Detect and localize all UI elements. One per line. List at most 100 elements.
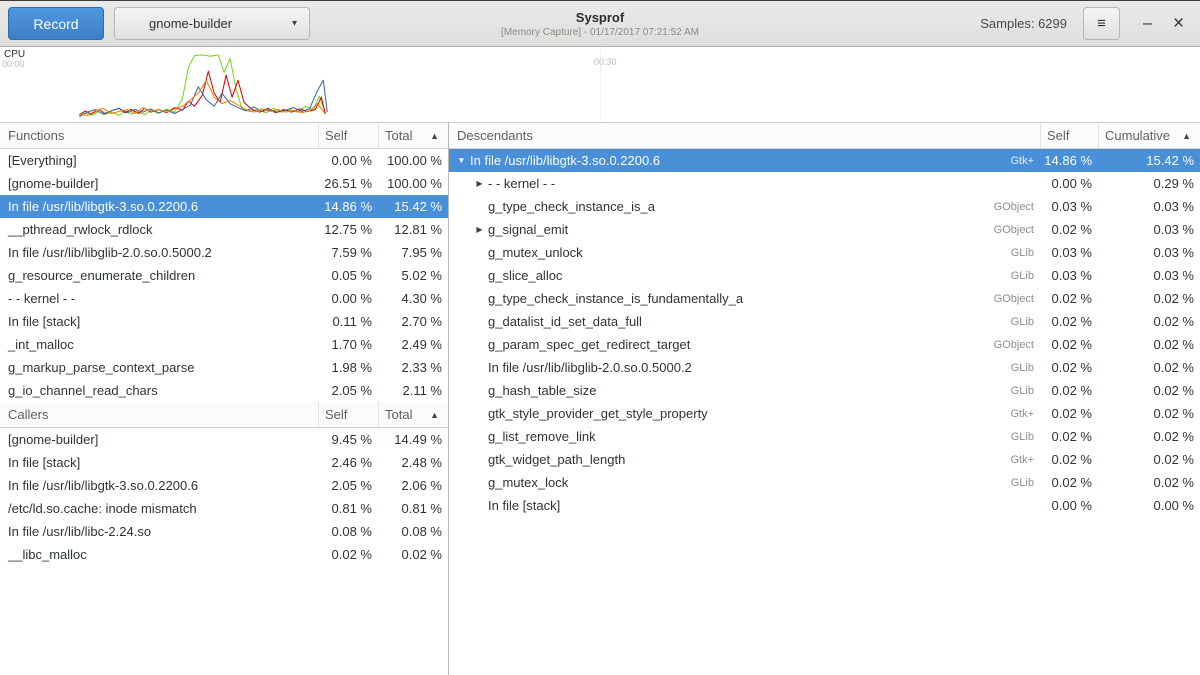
- self-value: 0.02 %: [1040, 429, 1098, 444]
- tree-row[interactable]: g_hash_table_sizeGLib0.02 %0.02 %: [449, 379, 1200, 402]
- tree-row[interactable]: g_mutex_unlockGLib0.03 %0.03 %: [449, 241, 1200, 264]
- total-value: 12.81 %: [378, 222, 448, 237]
- table-row[interactable]: /etc/ld.so.cache: inode mismatch0.81 %0.…: [0, 497, 448, 520]
- table-row[interactable]: __pthread_rwlock_rdlock12.75 %12.81 %: [0, 218, 448, 241]
- table-row[interactable]: - - kernel - -0.00 %4.30 %: [0, 287, 448, 310]
- self-value: 0.02 %: [318, 547, 378, 562]
- table-row[interactable]: g_markup_parse_context_parse1.98 %2.33 %: [0, 356, 448, 379]
- total-value: 5.02 %: [378, 268, 448, 283]
- cumulative-column-header[interactable]: Cumulative ▲: [1098, 123, 1200, 148]
- total-value: 2.33 %: [378, 360, 448, 375]
- tree-row[interactable]: gtk_style_provider_get_style_propertyGtk…: [449, 402, 1200, 425]
- cumulative-value: 0.02 %: [1098, 475, 1200, 490]
- library-badge: GLib: [1001, 247, 1040, 259]
- callers-list: [gnome-builder]9.45 %14.49 %In file [sta…: [0, 428, 448, 566]
- descendants-column-header[interactable]: Descendants: [449, 123, 1040, 148]
- column-label: Callers: [8, 407, 48, 422]
- sort-indicator-icon: ▲: [1182, 131, 1191, 141]
- expander-closed-icon[interactable]: ▶: [471, 225, 488, 234]
- self-value: 0.05 %: [318, 268, 378, 283]
- menu-button[interactable]: ≡: [1083, 7, 1120, 40]
- total-value: 7.95 %: [378, 245, 448, 260]
- table-row[interactable]: In file /usr/lib/libgtk-3.so.0.2200.62.0…: [0, 474, 448, 497]
- function-name: In file /usr/lib/libglib-2.0.so.0.5000.2: [488, 360, 692, 375]
- self-value: 14.86 %: [1040, 153, 1098, 168]
- function-name: In file [stack]: [0, 314, 318, 329]
- tree-row[interactable]: g_type_check_instance_is_fundamentally_a…: [449, 287, 1200, 310]
- tree-name-cell: g_type_check_instance_is_aGObject: [449, 199, 1040, 214]
- record-button[interactable]: Record: [8, 7, 104, 40]
- self-value: 0.08 %: [318, 524, 378, 539]
- table-row[interactable]: g_resource_enumerate_children0.05 %5.02 …: [0, 264, 448, 287]
- table-row[interactable]: __libc_malloc0.02 %0.02 %: [0, 543, 448, 566]
- cumulative-value: 15.42 %: [1098, 153, 1200, 168]
- function-name: gtk_widget_path_length: [488, 452, 625, 467]
- total-value: 2.06 %: [378, 478, 448, 493]
- total-value: 2.70 %: [378, 314, 448, 329]
- table-row[interactable]: In file /usr/lib/libc-2.24.so0.08 %0.08 …: [0, 520, 448, 543]
- close-button[interactable]: ×: [1165, 10, 1192, 37]
- tree-name-cell: g_param_spec_get_redirect_targetGObject: [449, 337, 1040, 352]
- tree-row[interactable]: In file /usr/lib/libglib-2.0.so.0.5000.2…: [449, 356, 1200, 379]
- self-value: 0.02 %: [1040, 406, 1098, 421]
- function-name: g_slice_alloc: [488, 268, 562, 283]
- callers-column-header[interactable]: Callers: [0, 402, 318, 427]
- tree-row[interactable]: g_list_remove_linkGLib0.02 %0.02 %: [449, 425, 1200, 448]
- function-name: g_param_spec_get_redirect_target: [488, 337, 690, 352]
- self-value: 2.05 %: [318, 478, 378, 493]
- table-row[interactable]: In file /usr/lib/libgtk-3.so.0.2200.614.…: [0, 195, 448, 218]
- process-selector-label: gnome-builder: [149, 16, 232, 31]
- total-column-header[interactable]: Total ▲: [378, 402, 448, 427]
- tree-row[interactable]: g_mutex_lockGLib0.02 %0.02 %: [449, 471, 1200, 494]
- function-name: g_type_check_instance_is_fundamentally_a: [488, 291, 743, 306]
- function-name: In file /usr/lib/libgtk-3.so.0.2200.6: [470, 153, 660, 168]
- expander-closed-icon[interactable]: ▶: [471, 179, 488, 188]
- self-column-header[interactable]: Self: [1040, 123, 1098, 148]
- sysprof-window: Record gnome-builder ▾ Sysprof [Memory C…: [0, 0, 1200, 675]
- tree-row[interactable]: In file [stack]0.00 %0.00 %: [449, 494, 1200, 517]
- function-name: g_io_channel_read_chars: [0, 383, 318, 398]
- library-badge: GLib: [1001, 270, 1040, 282]
- process-selector-dropdown[interactable]: gnome-builder ▾: [114, 7, 310, 40]
- function-name: gtk_style_provider_get_style_property: [488, 406, 708, 421]
- total-value: 4.30 %: [378, 291, 448, 306]
- tree-row[interactable]: ▶- - kernel - -0.00 %0.29 %: [449, 172, 1200, 195]
- cpu-graph[interactable]: CPU 00:00 00:30: [0, 47, 1200, 122]
- tree-row[interactable]: g_slice_allocGLib0.03 %0.03 %: [449, 264, 1200, 287]
- tree-row[interactable]: ▼In file /usr/lib/libgtk-3.so.0.2200.6Gt…: [449, 149, 1200, 172]
- column-label: Total: [385, 128, 412, 143]
- total-column-header[interactable]: Total ▲: [378, 123, 448, 148]
- library-badge: Gtk+: [1000, 454, 1040, 466]
- tree-row[interactable]: g_type_check_instance_is_aGObject0.03 %0…: [449, 195, 1200, 218]
- table-row[interactable]: _int_malloc1.70 %2.49 %: [0, 333, 448, 356]
- tree-name-cell: g_slice_alloc GLib: [449, 268, 1040, 283]
- total-value: 0.02 %: [378, 547, 448, 562]
- expander-open-icon[interactable]: ▼: [453, 156, 470, 165]
- hamburger-icon: ≡: [1097, 15, 1106, 32]
- self-value: 0.02 %: [1040, 337, 1098, 352]
- table-row[interactable]: g_io_channel_read_chars2.05 %2.11 %: [0, 379, 448, 402]
- time-label-start: 00:00: [2, 59, 25, 69]
- self-column-header[interactable]: Self: [318, 123, 378, 148]
- table-row[interactable]: [Everything]0.00 %100.00 %: [0, 149, 448, 172]
- self-column-header[interactable]: Self: [318, 402, 378, 427]
- table-row[interactable]: In file [stack]0.11 %2.70 %: [0, 310, 448, 333]
- function-name: __pthread_rwlock_rdlock: [0, 222, 318, 237]
- table-row[interactable]: [gnome-builder]26.51 %100.00 %: [0, 172, 448, 195]
- tree-row[interactable]: ▶g_signal_emitGObject0.02 %0.03 %: [449, 218, 1200, 241]
- minimize-button[interactable]: –: [1134, 10, 1161, 37]
- tree-row[interactable]: g_param_spec_get_redirect_targetGObject0…: [449, 333, 1200, 356]
- tree-row[interactable]: g_datalist_id_set_data_fullGLib0.02 %0.0…: [449, 310, 1200, 333]
- self-value: 0.03 %: [1040, 199, 1098, 214]
- cumulative-value: 0.02 %: [1098, 429, 1200, 444]
- self-value: 0.03 %: [1040, 268, 1098, 283]
- self-value: 26.51 %: [318, 176, 378, 191]
- table-row[interactable]: In file [stack]2.46 %2.48 %: [0, 451, 448, 474]
- self-value: 1.98 %: [318, 360, 378, 375]
- function-name: g_hash_table_size: [488, 383, 596, 398]
- functions-column-header[interactable]: Functions: [0, 123, 318, 148]
- table-row[interactable]: In file /usr/lib/libglib-2.0.so.0.5000.2…: [0, 241, 448, 264]
- tree-row[interactable]: gtk_widget_path_lengthGtk+0.02 %0.02 %: [449, 448, 1200, 471]
- sort-indicator-icon: ▲: [430, 410, 439, 420]
- table-row[interactable]: [gnome-builder]9.45 %14.49 %: [0, 428, 448, 451]
